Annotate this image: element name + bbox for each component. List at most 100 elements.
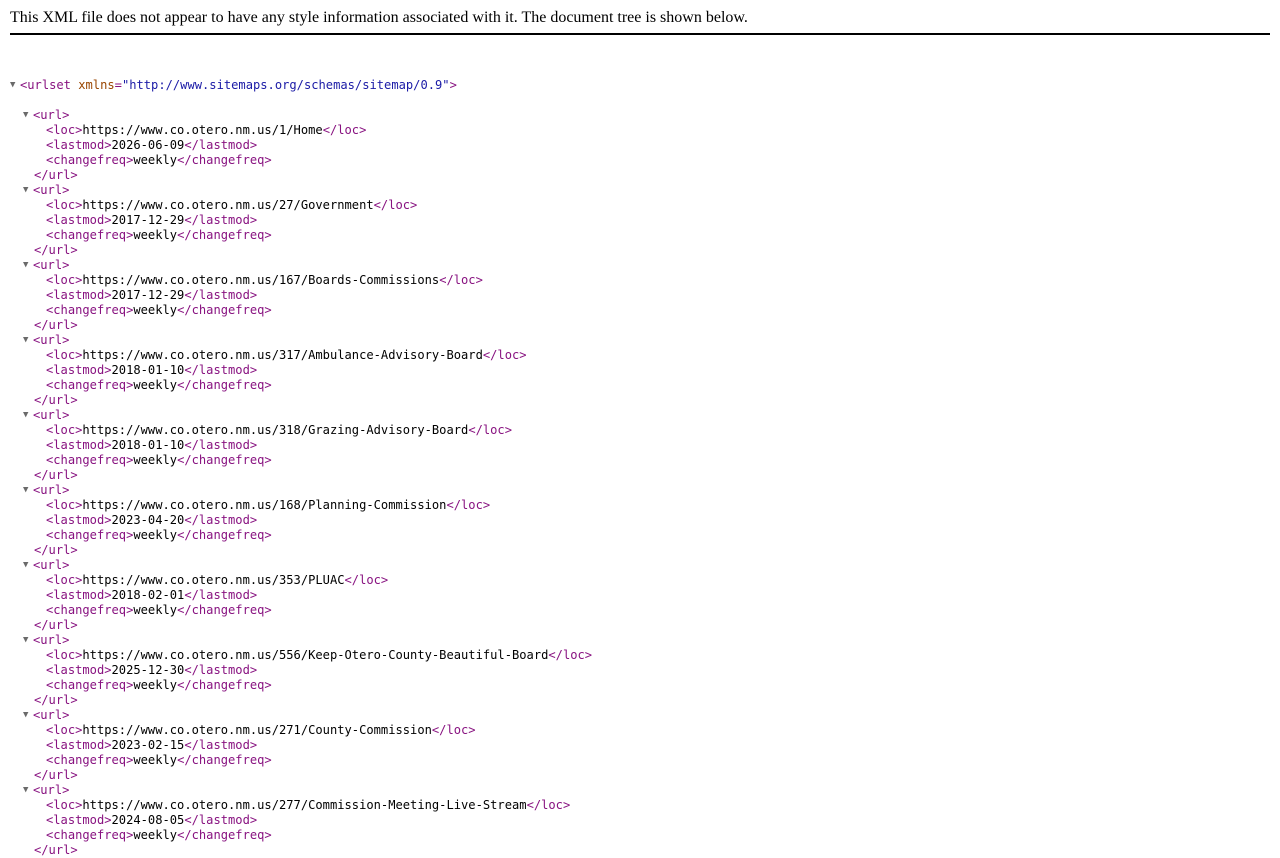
url-loc-value: https://www.co.otero.nm.us/317/Ambulance… xyxy=(82,348,483,362)
url-close-line: </url> xyxy=(10,693,592,708)
url-lastmod-value: 2018-02-01 xyxy=(111,588,185,602)
url-lastmod-value: 2023-04-20 xyxy=(111,513,185,527)
url-open-tag: <url> xyxy=(33,258,70,272)
url-changefreq-line: <changefreq>weekly</changefreq> xyxy=(46,753,272,767)
url-lastmod-line: <lastmod>2025-12-30</lastmod> xyxy=(46,663,258,677)
url-lastmod-line: <lastmod>2018-02-01</lastmod> xyxy=(46,588,258,602)
url-close-tag: </url> xyxy=(34,168,78,182)
url-open-tag: <url> xyxy=(33,108,70,122)
url-lastmod-line: <lastmod>2026-06-09</lastmod> xyxy=(46,138,258,152)
url-lastmod-value: 2018-01-10 xyxy=(111,363,185,377)
collapse-triangle-icon[interactable]: ▼ xyxy=(23,408,33,423)
url-lastmod-line: <lastmod>2018-01-10</lastmod> xyxy=(46,438,258,452)
url-open-tag: <url> xyxy=(33,708,70,722)
url-loc-line: <loc>https://www.co.otero.nm.us/317/Ambu… xyxy=(46,348,527,362)
url-changefreq-value: weekly xyxy=(133,828,178,842)
collapse-triangle-icon[interactable]: ▼ xyxy=(23,183,33,198)
collapse-triangle-icon[interactable]: ▼ xyxy=(23,333,33,348)
url-loc-value: https://www.co.otero.nm.us/353/PLUAC xyxy=(82,573,345,587)
url-open-line: ▼ <url> xyxy=(10,333,592,348)
url-lastmod-line: <lastmod>2018-01-10</lastmod> xyxy=(46,363,258,377)
url-open-tag: <url> xyxy=(33,783,70,797)
collapse-triangle-icon[interactable]: ▼ xyxy=(23,783,33,798)
url-close-tag: </url> xyxy=(34,843,78,857)
url-lastmod-value: 2017-12-29 xyxy=(111,213,185,227)
url-lastmod-line: <lastmod>2023-04-20</lastmod> xyxy=(46,513,258,527)
url-close-line: </url> xyxy=(10,768,592,783)
url-close-line: </url> xyxy=(10,543,592,558)
url-changefreq-value: weekly xyxy=(133,153,178,167)
url-loc-value: https://www.co.otero.nm.us/27/Government xyxy=(82,198,374,212)
collapse-triangle-icon[interactable]: ▼ xyxy=(10,78,20,93)
xmlns-attribute-name: xmlns xyxy=(78,78,115,92)
collapse-triangle-icon[interactable]: ▼ xyxy=(23,258,33,273)
url-close-tag: </url> xyxy=(34,618,78,632)
url-changefreq-value: weekly xyxy=(133,753,178,767)
url-loc-line: <loc>https://www.co.otero.nm.us/277/Comm… xyxy=(46,798,571,812)
url-loc-value: https://www.co.otero.nm.us/318/Grazing-A… xyxy=(82,423,469,437)
collapse-triangle-icon[interactable]: ▼ xyxy=(23,108,33,123)
url-close-line: </url> xyxy=(10,468,592,483)
url-open-tag: <url> xyxy=(33,483,70,497)
url-lastmod-line: <lastmod>2017-12-29</lastmod> xyxy=(46,213,258,227)
url-lastmod-value: 2017-12-29 xyxy=(111,288,185,302)
url-open-line: ▼ <url> xyxy=(10,558,592,573)
url-loc-value: https://www.co.otero.nm.us/271/County-Co… xyxy=(82,723,432,737)
xmlns-attribute-value: "http://www.sitemaps.org/schemas/sitemap… xyxy=(121,78,450,92)
url-close-line: </url> xyxy=(10,618,592,633)
url-changefreq-value: weekly xyxy=(133,678,178,692)
url-loc-value: https://www.co.otero.nm.us/556/Keep-Oter… xyxy=(82,648,549,662)
url-open-tag: <url> xyxy=(33,558,70,572)
url-close-tag: </url> xyxy=(34,693,78,707)
url-changefreq-value: weekly xyxy=(133,378,178,392)
url-close-tag: </url> xyxy=(34,393,78,407)
url-close-tag: </url> xyxy=(34,768,78,782)
url-open-line: ▼ <url> xyxy=(10,708,592,723)
collapse-triangle-icon[interactable]: ▼ xyxy=(23,483,33,498)
url-changefreq-line: <changefreq>weekly</changefreq> xyxy=(46,378,272,392)
url-lastmod-value: 2018-01-10 xyxy=(111,438,185,452)
url-lastmod-value: 2026-06-09 xyxy=(111,138,185,152)
url-lastmod-line: <lastmod>2023-02-15</lastmod> xyxy=(46,738,258,752)
url-changefreq-line: <changefreq>weekly</changefreq> xyxy=(46,528,272,542)
url-changefreq-line: <changefreq>weekly</changefreq> xyxy=(46,453,272,467)
url-open-line: ▼ <url> xyxy=(10,408,592,423)
url-close-tag: </url> xyxy=(34,318,78,332)
url-changefreq-value: weekly xyxy=(133,303,178,317)
url-open-tag: <url> xyxy=(33,183,70,197)
url-lastmod-value: 2024-08-05 xyxy=(111,813,185,827)
collapse-triangle-icon[interactable]: ▼ xyxy=(23,633,33,648)
url-loc-line: <loc>https://www.co.otero.nm.us/167/Boar… xyxy=(46,273,483,287)
collapse-triangle-icon[interactable]: ▼ xyxy=(23,708,33,723)
url-open-tag: <url> xyxy=(33,633,70,647)
url-close-tag: </url> xyxy=(34,543,78,557)
url-loc-value: https://www.co.otero.nm.us/277/Commissio… xyxy=(82,798,527,812)
url-open-line: ▼ <url> xyxy=(10,483,592,498)
url-changefreq-value: weekly xyxy=(133,228,178,242)
url-changefreq-line: <changefreq>weekly</changefreq> xyxy=(46,678,272,692)
url-loc-line: <loc>https://www.co.otero.nm.us/168/Plan… xyxy=(46,498,491,512)
collapse-triangle-icon[interactable]: ▼ xyxy=(23,558,33,573)
xml-style-notice: This XML file does not appear to have an… xyxy=(10,9,748,26)
url-loc-value: https://www.co.otero.nm.us/1/Home xyxy=(82,123,323,137)
url-open-tag: <url> xyxy=(33,333,70,347)
url-changefreq-value: weekly xyxy=(133,453,178,467)
url-open-line: ▼ <url> xyxy=(10,183,592,198)
url-changefreq-value: weekly xyxy=(133,603,178,617)
url-loc-value: https://www.co.otero.nm.us/168/Planning-… xyxy=(82,498,447,512)
urlset-tag-name: urlset xyxy=(27,78,71,92)
url-close-line: </url> xyxy=(10,393,592,408)
urlset-open-line: ▼ <urlset xmlns="http://www.sitemaps.org/… xyxy=(10,78,457,93)
url-loc-line: <loc>https://www.co.otero.nm.us/27/Gover… xyxy=(46,198,418,212)
url-loc-line: <loc>https://www.co.otero.nm.us/353/PLUA… xyxy=(46,573,389,587)
url-close-line: </url> xyxy=(10,168,592,183)
url-loc-line: <loc>https://www.co.otero.nm.us/318/Graz… xyxy=(46,423,512,437)
url-open-line: ▼ <url> xyxy=(10,108,592,123)
url-close-tag: </url> xyxy=(34,243,78,257)
url-open-line: ▼ <url> xyxy=(10,258,592,273)
url-changefreq-line: <changefreq>weekly</changefreq> xyxy=(46,303,272,317)
url-open-line: ▼ <url> xyxy=(10,783,592,798)
url-changefreq-line: <changefreq>weekly</changefreq> xyxy=(46,228,272,242)
header-divider xyxy=(10,33,1270,35)
url-lastmod-line: <lastmod>2024-08-05</lastmod> xyxy=(46,813,258,827)
